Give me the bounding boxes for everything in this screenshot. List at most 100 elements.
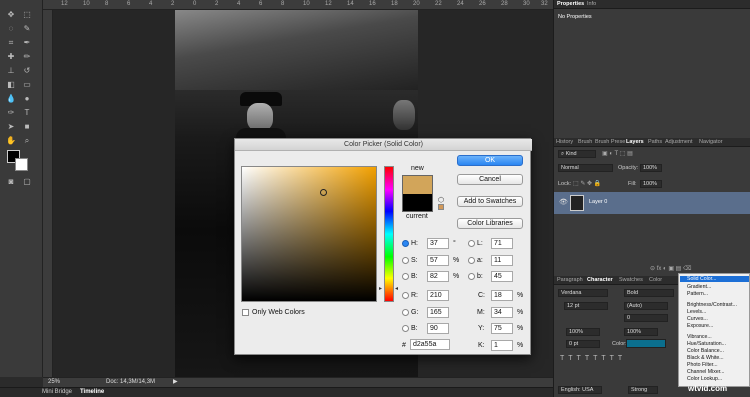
- tab-color[interactable]: Color: [649, 277, 662, 283]
- add-to-swatches-button[interactable]: Add to Swatches: [457, 196, 523, 207]
- layer-footer-icons[interactable]: ⊝ fx ◐ ▣ ▤ ⌫: [650, 265, 691, 272]
- history-brush-icon[interactable]: ↺: [22, 66, 32, 76]
- text-color-swatch[interactable]: [626, 339, 666, 348]
- eyedropper-tool-icon[interactable]: ✒: [22, 38, 32, 48]
- font-family-select[interactable]: Verdana: [558, 289, 608, 297]
- ok-button[interactable]: OK: [457, 155, 523, 166]
- menu-item-levels[interactable]: Levels...: [687, 309, 706, 315]
- menu-item-color-balance[interactable]: Color Balance...: [687, 348, 724, 354]
- screen-mode-icon[interactable]: ▢: [22, 177, 32, 187]
- green-radio[interactable]: [402, 309, 409, 316]
- gamut-warning-icon[interactable]: ⬡: [438, 196, 444, 204]
- lab-b-radio[interactable]: [468, 273, 475, 280]
- hue-slider-right-arrow-icon[interactable]: ◂: [395, 285, 398, 292]
- zoom-level[interactable]: 25%: [48, 379, 60, 385]
- marquee-tool-icon[interactable]: ⬚: [22, 10, 32, 20]
- antialias-select[interactable]: Strong: [628, 386, 658, 394]
- lab-l-input[interactable]: 71: [491, 238, 513, 249]
- lab-l-radio[interactable]: [468, 240, 475, 247]
- tab-brush-presets[interactable]: Brush Prese: [595, 139, 625, 145]
- tab-info[interactable]: Info: [587, 1, 596, 7]
- lab-b-input[interactable]: 45: [491, 271, 513, 282]
- layer-row-selected[interactable]: 👁 Layer 0: [554, 192, 750, 214]
- lab-a-radio[interactable]: [468, 257, 475, 264]
- menu-item-pattern[interactable]: Pattern...: [687, 291, 708, 297]
- tab-swatches[interactable]: Swatches: [619, 277, 643, 283]
- menu-item-exposure[interactable]: Exposure...: [687, 323, 713, 329]
- move-tool-icon[interactable]: ✥: [6, 10, 16, 20]
- hand-tool-icon[interactable]: ✋: [6, 136, 16, 146]
- quick-mask-icon[interactable]: ◙: [6, 177, 16, 187]
- brush-tool-icon[interactable]: ✏: [22, 52, 32, 62]
- tab-brush[interactable]: Brush: [578, 139, 592, 145]
- tab-timeline[interactable]: Timeline: [80, 389, 104, 395]
- red-radio[interactable]: [402, 292, 409, 299]
- tab-paragraph[interactable]: Paragraph: [557, 277, 583, 283]
- menu-item-channel-mixer[interactable]: Channel Mixer...: [687, 369, 724, 375]
- menu-item-photo-filter[interactable]: Photo Filter...: [687, 362, 718, 368]
- gradient-tool-icon[interactable]: ▭: [22, 80, 32, 90]
- tab-adjustments[interactable]: Adjustment: [665, 139, 693, 145]
- layer-name[interactable]: Layer 0: [589, 199, 607, 205]
- leading-select[interactable]: (Auto): [624, 302, 668, 310]
- lasso-tool-icon[interactable]: ◌: [6, 24, 16, 34]
- blur-tool-icon[interactable]: 💧: [6, 94, 16, 104]
- menu-item-vibrance[interactable]: Vibrance...: [687, 334, 712, 340]
- lab-a-input[interactable]: 11: [491, 255, 513, 266]
- clone-stamp-icon[interactable]: ⊥: [6, 66, 16, 76]
- eraser-tool-icon[interactable]: ◧: [6, 80, 16, 90]
- status-arrow-icon[interactable]: ▶: [173, 378, 178, 385]
- hue-radio[interactable]: [402, 240, 409, 247]
- quick-select-tool-icon[interactable]: ✎: [22, 24, 32, 34]
- current-color-swatch[interactable]: [402, 194, 433, 212]
- type-tool-icon[interactable]: T: [22, 108, 32, 118]
- tab-character[interactable]: Character: [587, 277, 613, 283]
- tab-paths[interactable]: Paths: [648, 139, 662, 145]
- saturation-brightness-field[interactable]: [241, 166, 377, 302]
- path-select-icon[interactable]: ➤: [6, 122, 16, 132]
- color-marker[interactable]: [320, 189, 327, 196]
- tab-navigator[interactable]: Navigator: [699, 139, 723, 145]
- hue-slider[interactable]: [384, 166, 394, 302]
- menu-item-black-white[interactable]: Black & White...: [687, 355, 724, 361]
- magenta-input[interactable]: 34: [491, 307, 513, 318]
- web-safe-swatch[interactable]: [438, 204, 444, 210]
- menu-item-hue-saturation[interactable]: Hue/Saturation...: [687, 341, 726, 347]
- black-input[interactable]: 1: [491, 340, 513, 351]
- background-color-swatch[interactable]: [15, 158, 28, 171]
- crop-tool-icon[interactable]: ⌗: [6, 38, 16, 48]
- only-web-colors-checkbox[interactable]: [242, 309, 249, 316]
- blend-mode-select[interactable]: Normal: [558, 164, 613, 172]
- vertical-scale-input[interactable]: 100%: [566, 328, 600, 336]
- color-libraries-button[interactable]: Color Libraries: [457, 218, 523, 229]
- font-style-select[interactable]: Bold: [624, 289, 674, 297]
- saturation-radio[interactable]: [402, 257, 409, 264]
- cyan-input[interactable]: 18: [491, 290, 513, 301]
- hue-input[interactable]: 37: [427, 238, 449, 249]
- menu-item-curves[interactable]: Curves...: [687, 316, 708, 322]
- red-input[interactable]: 210: [427, 290, 449, 301]
- filter-icons[interactable]: ▣ ◐ T ⬚ ▤: [602, 150, 633, 157]
- opacity-input[interactable]: 100%: [640, 164, 662, 172]
- tab-properties[interactable]: Properties: [557, 1, 584, 7]
- brightness-input[interactable]: 82: [427, 271, 449, 282]
- green-input[interactable]: 165: [427, 307, 449, 318]
- layer-kind-filter[interactable]: ⌕ Kind: [558, 150, 596, 158]
- cancel-button[interactable]: Cancel: [457, 174, 523, 185]
- menu-item-solid-color[interactable]: Solid Color...: [680, 276, 749, 282]
- tab-history[interactable]: History: [556, 139, 573, 145]
- tracking-select[interactable]: 0: [624, 314, 668, 322]
- healing-brush-icon[interactable]: ✚: [6, 52, 16, 62]
- language-select[interactable]: English: USA: [558, 386, 602, 394]
- menu-item-brightness-contrast[interactable]: Brightness/Contrast...: [687, 302, 737, 308]
- blue-radio[interactable]: [402, 325, 409, 332]
- tab-mini-bridge[interactable]: Mini Bridge: [42, 389, 72, 395]
- lock-icons[interactable]: ⬚ ✎ ✥ 🔒: [573, 180, 601, 187]
- eye-icon[interactable]: 👁: [559, 198, 568, 206]
- tab-layers[interactable]: Layers: [626, 139, 644, 145]
- brightness-radio[interactable]: [402, 273, 409, 280]
- yellow-input[interactable]: 75: [491, 323, 513, 334]
- pen-tool-icon[interactable]: ✑: [6, 108, 16, 118]
- menu-item-color-lookup[interactable]: Color Lookup...: [687, 376, 722, 382]
- text-style-buttons[interactable]: TTTTTTTT: [560, 355, 626, 362]
